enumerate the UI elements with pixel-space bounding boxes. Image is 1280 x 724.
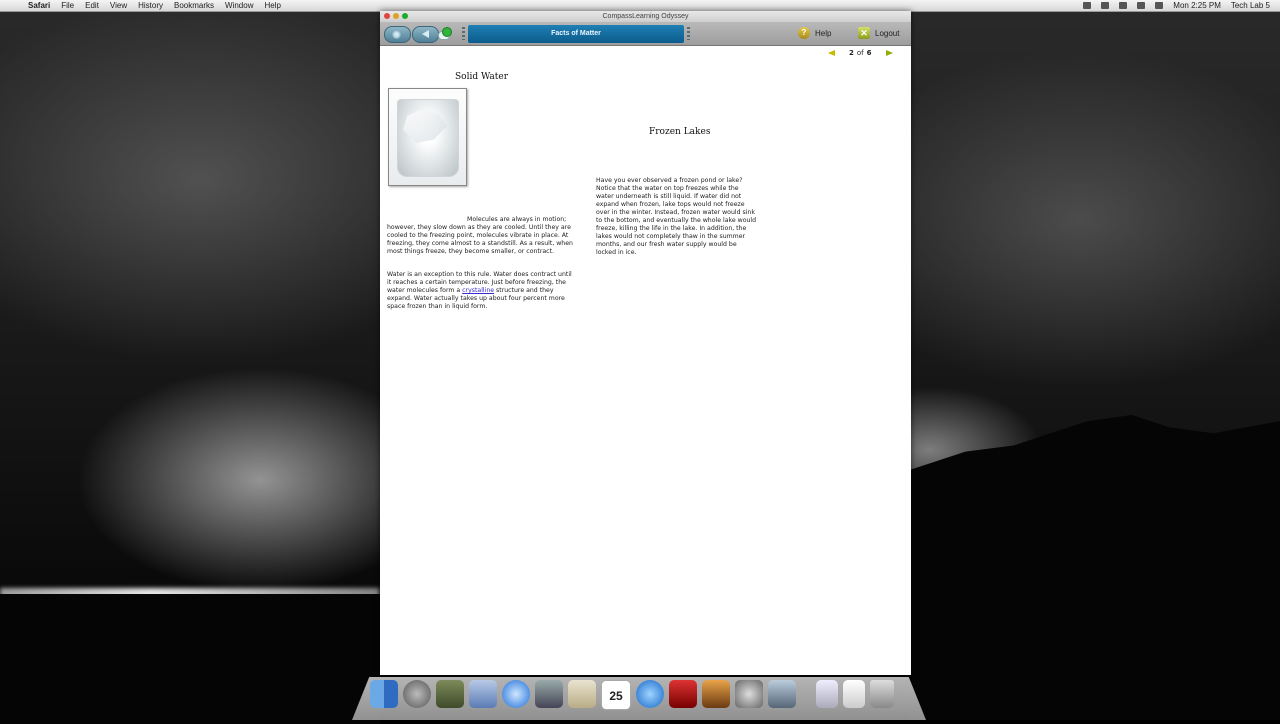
solid-water-text-1: Molecules are always in motion; however,… [387, 216, 573, 255]
dock-separator [801, 680, 811, 710]
status-area: Mon 2:25 PM Tech Lab 5 [1083, 0, 1270, 11]
prev-page-arrow-icon[interactable] [828, 50, 835, 56]
menu-help[interactable]: Help [264, 0, 280, 11]
activity-title-tab: Facts of Matter [468, 25, 684, 43]
menu-file[interactable]: File [61, 0, 74, 11]
page-pager: 2 of 6 [828, 49, 893, 57]
menu-app-name[interactable]: Safari [28, 0, 50, 11]
imovie-icon[interactable] [768, 680, 796, 708]
lesson-content: 2 of 6 Solid Water Molecules are always … [380, 46, 911, 674]
preview-icon[interactable] [469, 680, 497, 708]
volume-icon[interactable] [1155, 2, 1164, 9]
window-title: CompassLearning Odyssey [602, 13, 689, 20]
screen-mirroring-icon[interactable] [1083, 2, 1092, 9]
system-preferences-icon[interactable] [735, 680, 763, 708]
logout-button[interactable]: ✕ Logout [858, 27, 899, 39]
menu-view[interactable]: View [110, 0, 127, 11]
solid-water-paragraph-2: Water is an exception to this rule. Wate… [387, 271, 577, 311]
trash-icon[interactable] [870, 680, 894, 708]
solid-water-paragraph-1: Molecules are always in motion; however,… [387, 216, 577, 256]
close-window-button[interactable] [384, 13, 390, 19]
time-machine-icon[interactable] [1101, 2, 1110, 9]
photo-booth-icon[interactable] [669, 680, 697, 708]
safari-icon[interactable] [502, 680, 530, 708]
home-button[interactable] [384, 26, 411, 43]
menu-clock[interactable]: Mon 2:25 PM [1173, 0, 1221, 11]
help-button[interactable]: ? Help [798, 27, 831, 39]
wifi-icon[interactable] [1137, 2, 1146, 9]
menu-window[interactable]: Window [225, 0, 253, 11]
finder-icon[interactable] [370, 680, 398, 708]
itunes-icon[interactable] [636, 680, 664, 708]
iphoto-icon[interactable] [702, 680, 730, 708]
menu-user[interactable]: Tech Lab 5 [1231, 0, 1270, 11]
page-of-label: of [856, 49, 864, 57]
logout-label: Logout [875, 28, 900, 38]
menu-history[interactable]: History [138, 0, 163, 11]
document-icon[interactable] [816, 680, 838, 708]
next-page-arrow-icon[interactable] [885, 50, 893, 56]
total-pages: 6 [866, 49, 872, 57]
chat-status-icon[interactable] [438, 27, 452, 40]
facetime-icon[interactable] [535, 680, 563, 708]
toolbar-grip-icon [462, 27, 465, 40]
help-label: Help [815, 28, 832, 38]
launchpad-icon[interactable] [403, 680, 431, 708]
doc-file-icon[interactable] [843, 680, 865, 708]
activity-title: Facts of Matter [551, 30, 601, 37]
app-toolbar: Facts of Matter ? Help ✕ Logout [380, 22, 911, 46]
minimize-window-button[interactable] [393, 13, 399, 19]
wallpaper-mesa-silhouette [910, 415, 1280, 720]
question-icon: ? [798, 27, 810, 39]
wallpaper-ground [0, 594, 380, 724]
calendar-icon[interactable]: 25 [601, 680, 631, 710]
bluetooth-icon[interactable] [1119, 2, 1128, 9]
solid-water-heading: Solid Water [455, 72, 509, 82]
browser-window: CompassLearning Odyssey Facts of Matter … [380, 11, 911, 675]
online-dot-icon [442, 27, 452, 37]
back-button[interactable] [412, 26, 439, 43]
window-titlebar: CompassLearning Odyssey [380, 11, 911, 22]
crystalline-link[interactable]: crystalline [462, 287, 494, 294]
toolbar-grip-icon [687, 27, 690, 40]
close-x-icon: ✕ [858, 27, 870, 39]
image-capture-icon[interactable] [436, 680, 464, 708]
current-page: 2 [849, 49, 854, 57]
dock-icons: 25 [370, 680, 894, 710]
menu-edit[interactable]: Edit [85, 0, 99, 11]
zoom-window-button[interactable] [402, 13, 408, 19]
ice-glass-photo [388, 88, 467, 186]
frozen-lakes-paragraph: Have you ever observed a frozen pond or … [596, 177, 757, 256]
address-book-icon[interactable] [568, 680, 596, 708]
calendar-day: 25 [609, 689, 623, 703]
frozen-lakes-heading: Frozen Lakes [649, 127, 711, 137]
menu-items: Safari File Edit View History Bookmarks … [28, 0, 281, 11]
menu-bookmarks[interactable]: Bookmarks [174, 0, 214, 11]
